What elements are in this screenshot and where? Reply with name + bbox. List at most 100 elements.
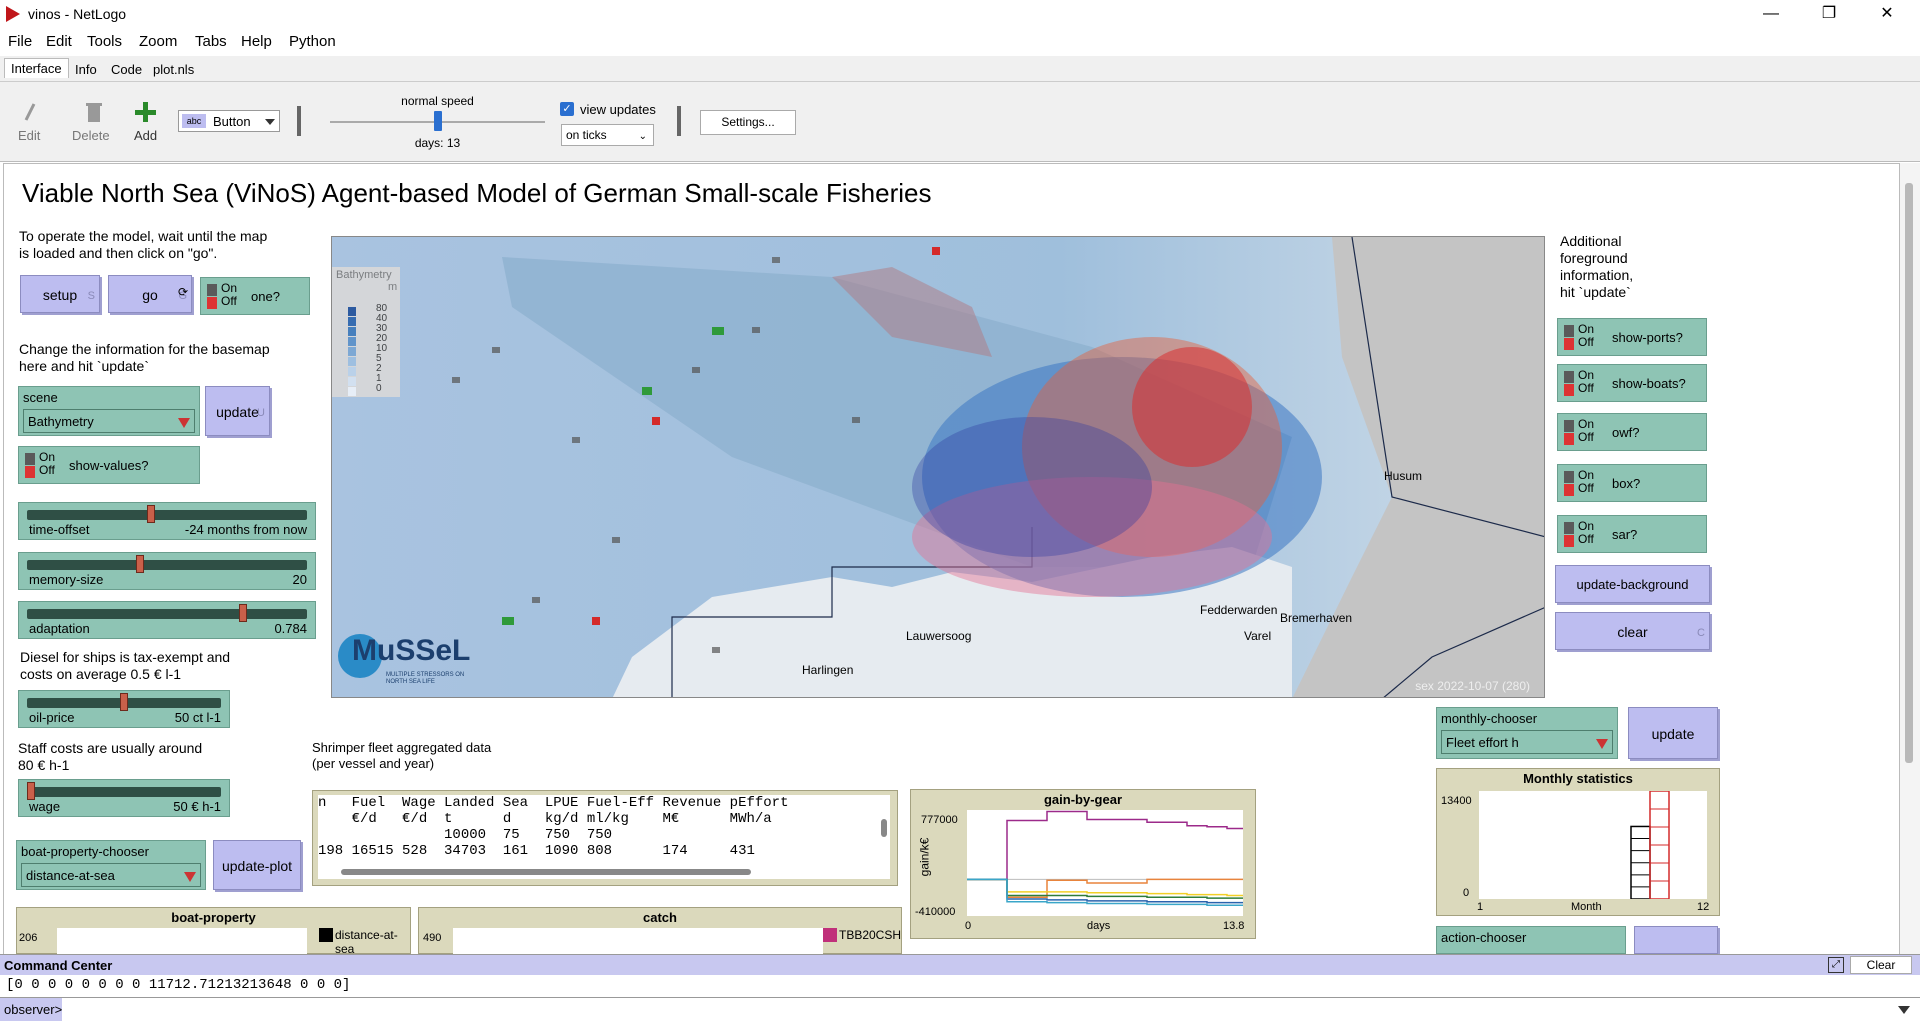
- maximize-button[interactable]: ❐: [1800, 0, 1858, 28]
- memory-size-slider[interactable]: memory-size 20: [18, 552, 316, 590]
- delete-tool[interactable]: Delete: [72, 100, 112, 148]
- chooser-label: action-chooser: [1441, 930, 1527, 945]
- close-button[interactable]: ✕: [1858, 0, 1916, 28]
- slider-label: wage: [29, 799, 61, 814]
- map-legend: Bathymetry m 80 40 30 20 10 5 2 1 0: [332, 267, 400, 397]
- menu-zoom[interactable]: Zoom: [139, 33, 177, 50]
- time-offset-slider[interactable]: time-offset -24 months from now: [18, 502, 316, 540]
- tab-code[interactable]: Code: [105, 60, 148, 79]
- switch-on-off: On Off: [1578, 368, 1595, 395]
- wage-slider[interactable]: wage 50 € h-1: [18, 779, 230, 817]
- logo-subtitle: MULTIPLE STRESSORS ON NORTH SEA LIFE: [386, 672, 465, 685]
- chooser-value: Fleet effort h: [1446, 735, 1519, 750]
- show-ports-switch[interactable]: On Off show-ports?: [1557, 318, 1707, 356]
- agent-type-selector[interactable]: observer>: [0, 998, 62, 1021]
- add-label: Add: [134, 128, 158, 143]
- expand-icon[interactable]: ⤢: [1828, 957, 1844, 973]
- show-values-switch[interactable]: On Off show-values?: [18, 446, 200, 484]
- slider-value: 20: [292, 572, 307, 587]
- settings-button[interactable]: Settings...: [700, 110, 796, 135]
- command-input[interactable]: [64, 998, 1894, 1021]
- sar-switch[interactable]: On Off sar?: [1557, 515, 1707, 553]
- intro-note: To operate the model, wait until the map…: [19, 228, 267, 262]
- note-line: Shrimper fleet aggregated data: [312, 740, 492, 755]
- update-background-button[interactable]: update-background: [1555, 565, 1710, 603]
- slider-knob[interactable]: [146, 505, 155, 523]
- update-mode-value: on ticks: [566, 128, 607, 142]
- slider-value: 50 € h-1: [173, 799, 221, 814]
- go-button[interactable]: go G ⟳: [108, 275, 192, 313]
- slider-knob[interactable]: [120, 693, 128, 711]
- switch-on-off: On Off: [221, 281, 238, 308]
- edit-tool[interactable]: Edit: [18, 100, 42, 148]
- menu-tools[interactable]: Tools: [87, 33, 122, 50]
- tab-info[interactable]: Info: [69, 60, 103, 79]
- chevron-down-icon: [1596, 739, 1608, 749]
- vertical-scrollbar[interactable]: [1900, 163, 1920, 960]
- plot-ymin: -410000: [915, 906, 956, 918]
- menu-help[interactable]: Help: [241, 33, 272, 50]
- chooser-select[interactable]: distance-at-sea: [21, 863, 201, 887]
- update-scene-button[interactable]: update U: [205, 386, 270, 436]
- update-monthly-button[interactable]: update: [1628, 707, 1718, 759]
- chevron-down-icon: [178, 418, 190, 428]
- note-line: foreground: [1560, 250, 1628, 266]
- horizontal-scrollbar[interactable]: [341, 869, 751, 875]
- vertical-scrollbar-thumb[interactable]: [881, 819, 887, 837]
- edit-label: Edit: [18, 128, 41, 143]
- plot-area: [1479, 790, 1707, 900]
- switch-label: show-ports?: [1612, 330, 1683, 345]
- slider-knob[interactable]: [135, 555, 144, 573]
- action-update-button[interactable]: [1634, 926, 1718, 954]
- show-boats-switch[interactable]: On Off show-boats?: [1557, 364, 1707, 402]
- legend-swatch: [348, 347, 356, 356]
- world-view[interactable]: Bathymetry m 80 40 30 20 10 5 2 1 0 Lauwersoog H…: [331, 236, 1545, 698]
- owf-switch[interactable]: On Off owf?: [1557, 413, 1707, 451]
- tab-interface[interactable]: Interface: [4, 58, 69, 78]
- plot-title: Monthly statistics: [1523, 771, 1633, 786]
- speed-thumb[interactable]: [433, 111, 442, 131]
- switch-on-off: On Off: [1578, 322, 1595, 349]
- update-mode-select[interactable]: on ticks ⌄: [561, 124, 654, 146]
- oil-price-slider[interactable]: oil-price 50 ct l-1: [18, 690, 230, 728]
- update-plot-button[interactable]: update-plot: [213, 840, 301, 890]
- fleet-rows: n Fuel Wage Landed Sea LPUE Fuel-Eff Rev…: [318, 795, 890, 859]
- legend-swatch: [823, 928, 837, 942]
- minimize-button[interactable]: —: [1742, 0, 1800, 28]
- clear-button[interactable]: clear C: [1555, 612, 1710, 650]
- speed-slider[interactable]: normal speed days: 13: [330, 94, 545, 154]
- menu-python[interactable]: Python: [289, 33, 336, 50]
- command-output: [0 0 0 0 0 0 0 0 11712.71213213648 0 0 0…: [6, 977, 351, 993]
- plot-ymax: 206: [19, 932, 38, 944]
- setup-hotkey: S: [87, 290, 95, 302]
- boat-property-chooser[interactable]: boat-property-chooser distance-at-sea: [16, 840, 206, 890]
- slider-label: memory-size: [29, 572, 104, 587]
- menu-tabs[interactable]: Tabs: [195, 33, 227, 50]
- history-chevron-icon[interactable]: [1898, 1006, 1910, 1014]
- box-switch[interactable]: On Off box?: [1557, 464, 1707, 502]
- adaptation-slider[interactable]: adaptation 0.784: [18, 601, 316, 639]
- chooser-select[interactable]: Bathymetry: [23, 409, 195, 433]
- scene-chooser[interactable]: scene Bathymetry: [18, 386, 200, 436]
- widget-type-dropdown[interactable]: abc Button: [178, 110, 280, 132]
- note-line: 80 € h-1: [18, 757, 70, 773]
- slider-knob[interactable]: [27, 782, 35, 800]
- place-label: Bremerhaven: [1280, 611, 1353, 625]
- view-updates-checkbox[interactable]: ✓: [560, 102, 574, 116]
- clear-output-button[interactable]: Clear: [1850, 956, 1912, 974]
- slider-knob[interactable]: [239, 604, 248, 622]
- scrollbar-thumb[interactable]: [1905, 183, 1913, 763]
- action-chooser[interactable]: action-chooser: [1436, 926, 1626, 954]
- setup-button[interactable]: setup S: [20, 275, 100, 313]
- one-switch[interactable]: On Off one?: [200, 277, 310, 315]
- add-tool[interactable]: Add: [134, 100, 164, 148]
- monthly-chooser[interactable]: monthly-chooser Fleet effort h: [1436, 707, 1618, 759]
- tab-plot-nls[interactable]: plot.nls: [147, 60, 200, 79]
- basemap-note: Change the information for the basemap h…: [19, 341, 270, 375]
- menu-file[interactable]: File: [8, 33, 32, 50]
- chooser-select[interactable]: Fleet effort h: [1441, 730, 1613, 754]
- menu-edit[interactable]: Edit: [46, 33, 72, 50]
- go-label: go: [142, 287, 158, 303]
- clear-label: clear: [1617, 624, 1648, 640]
- chooser-label: scene: [23, 390, 58, 405]
